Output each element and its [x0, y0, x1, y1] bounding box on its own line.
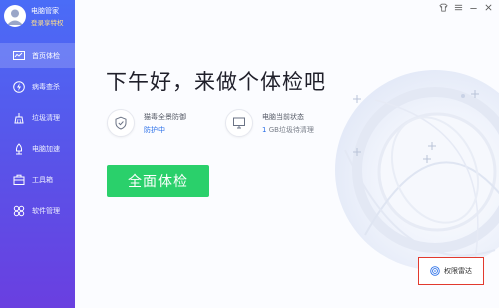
- sidebar-item-software-manager[interactable]: 软件管理: [0, 198, 75, 223]
- avatar[interactable]: [4, 5, 26, 27]
- virus-protection-status[interactable]: 猫毒全景防御 防护中: [107, 108, 186, 138]
- sidebar-item-label: 病毒查杀: [32, 82, 60, 91]
- window-controls: [438, 2, 493, 12]
- sidebar-item-label: 电脑加速: [32, 144, 60, 153]
- permission-radar-button[interactable]: 权限雷达: [418, 257, 484, 285]
- apps-icon: [12, 204, 26, 218]
- shield-icon: [107, 109, 135, 137]
- user-icon: [7, 9, 23, 25]
- login-privilege-link[interactable]: 登录享特权: [31, 17, 64, 27]
- sidebar-item-toolbox[interactable]: 工具箱: [0, 167, 75, 192]
- rocket-icon: [12, 142, 26, 156]
- full-checkup-button[interactable]: 全面体检: [107, 165, 209, 197]
- sidebar-item-label: 工具箱: [32, 175, 53, 184]
- minimize-icon[interactable]: [468, 2, 478, 12]
- shirt-icon[interactable]: [438, 2, 448, 12]
- sidebar-item-junk-clean[interactable]: 垃圾清理: [0, 105, 75, 130]
- sidebar-item-label: 软件管理: [32, 206, 60, 215]
- permission-radar-label: 权限雷达: [444, 267, 472, 275]
- virus-protection-title: 猫毒全景防御: [144, 112, 186, 121]
- pc-status-title: 电脑当前状态: [262, 112, 304, 121]
- protection-status: 防护中: [144, 125, 165, 134]
- sidebar: 电脑管家 登录享特权 首页体检 病毒查杀 垃圾清理 电脑加速 工具箱 软件管理: [0, 0, 75, 308]
- monitor-icon: [225, 109, 253, 137]
- profile[interactable]: 电脑管家 登录享特权: [0, 0, 75, 38]
- chart-icon: [12, 49, 26, 63]
- close-icon[interactable]: [483, 2, 493, 12]
- pc-status[interactable]: 电脑当前状态 1 GB垃圾待清理: [225, 108, 314, 138]
- sidebar-item-label: 首页体检: [32, 51, 60, 60]
- sidebar-item-label: 垃圾清理: [32, 113, 60, 122]
- radar-icon: [430, 266, 440, 276]
- page-title: 下午好，来做个体检吧: [106, 70, 326, 94]
- main-panel: 下午好，来做个体检吧 猫毒全景防御 防护中 电脑当前状态 1 GB垃圾待清理 全…: [75, 0, 499, 308]
- sidebar-item-home-checkup[interactable]: 首页体检: [0, 43, 75, 68]
- menu-icon[interactable]: [453, 2, 463, 12]
- junk-size-label: GB垃圾待清理: [266, 125, 314, 134]
- lightning-icon: [12, 80, 26, 94]
- profile-name: 电脑管家: [31, 7, 59, 15]
- toolbox-icon: [12, 173, 26, 187]
- sidebar-item-virus-scan[interactable]: 病毒查杀: [0, 74, 75, 99]
- sidebar-item-speedup[interactable]: 电脑加速: [0, 136, 75, 161]
- broom-icon: [12, 111, 26, 125]
